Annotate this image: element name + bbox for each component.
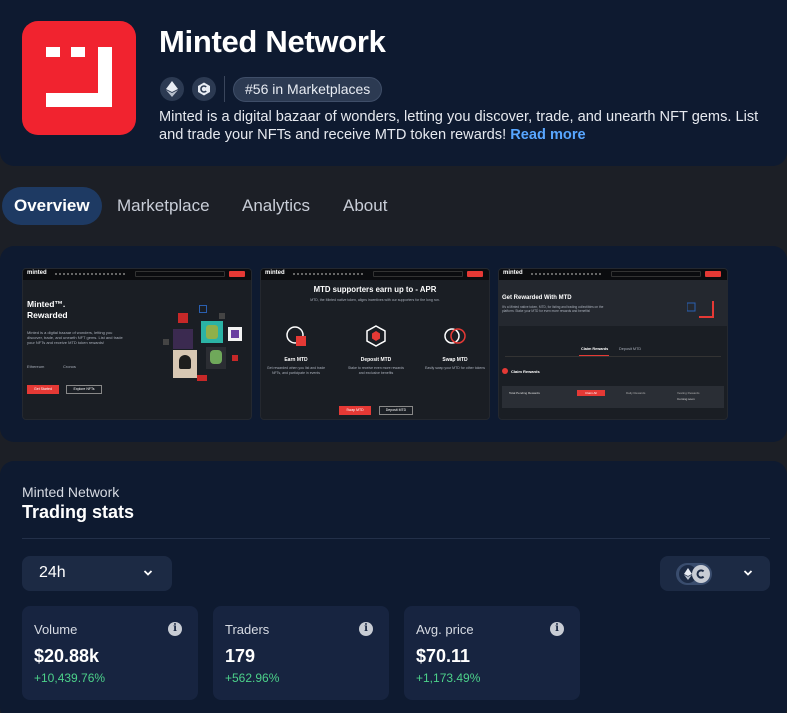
screenshot-3-section: Claim Rewards: [511, 369, 540, 374]
info-icon[interactable]: i: [168, 622, 182, 636]
screenshot-2[interactable]: minted MTD supporters earn up to - APR M…: [260, 268, 490, 420]
app-logo: [22, 21, 136, 135]
screenshot-2-secondary-button: Deposit MTD: [379, 406, 413, 415]
screenshot-1-primary-button: Get Started: [27, 385, 59, 394]
chevron-down-icon: [143, 570, 153, 576]
screenshot-3-col-b: Vesting Rewards: [677, 391, 700, 395]
earn-icon: [286, 326, 306, 346]
screenshot-3-col-a: Daily Rewards: [626, 391, 646, 395]
stat-label: Traders: [225, 622, 270, 637]
tab-analytics[interactable]: Analytics: [230, 187, 322, 225]
stat-avg-price: Avg. price i $70.11 +1,173.49%: [404, 606, 580, 700]
screenshot-1-body: Minted is a digital bazaar of wonders, l…: [27, 330, 123, 345]
period-value: 24h: [39, 564, 66, 581]
stat-label: Avg. price: [416, 622, 474, 637]
minted-logo-mark: [46, 47, 112, 107]
screenshot-2-primary-button: Swap MTD: [339, 406, 371, 415]
period-select[interactable]: 24h: [22, 556, 172, 591]
screenshot-3-heading: Get Rewarded With MTD: [502, 295, 572, 301]
screenshot-1-chain-a: Ethereum: [27, 364, 45, 369]
read-more-link[interactable]: Read more: [510, 127, 585, 143]
feature-text: Stake to receive even more rewards and e…: [347, 366, 405, 375]
feature-title: Deposit MTD: [360, 357, 392, 363]
chain-select[interactable]: [660, 556, 770, 591]
stat-traders: Traders i 179 +562.96%: [213, 606, 389, 700]
screenshot-3-col-b-value: Coming soon: [677, 397, 695, 401]
app-header: Minted Network #56 in Marketplaces Minte…: [0, 0, 787, 166]
stats-eyebrow: Minted Network: [22, 484, 120, 500]
feature-text: Get rewarded when you list and trade NFT…: [266, 366, 326, 375]
screenshot-3-body: It's a Minted native token, MTD, for lis…: [502, 305, 604, 314]
screenshot-3[interactable]: minted Get Rewarded With MTD It's a Mint…: [498, 268, 728, 420]
info-icon[interactable]: i: [359, 622, 373, 636]
stat-label: Volume: [34, 622, 78, 637]
feature-title: Swap MTD: [442, 357, 468, 363]
chevron-down-icon: [743, 570, 753, 576]
stat-change: +10,439.76%: [34, 671, 106, 685]
stat-volume: Volume i $20.88k +10,439.76%: [22, 606, 198, 700]
screenshot-1[interactable]: minted Minted™. Rewarded Minted is a dig…: [22, 268, 252, 420]
screenshot-gallery: minted Minted™. Rewarded Minted is a dig…: [0, 246, 787, 442]
cronos-icon[interactable]: [192, 77, 216, 101]
feature-text: Easily swap your MTD for other tokens: [424, 366, 486, 370]
deposit-icon: [366, 325, 386, 347]
tab-marketplace[interactable]: Marketplace: [105, 187, 222, 225]
screenshot-2-subheading: MTD, the Minted native token, aligns inc…: [310, 298, 440, 302]
feature-title: Earn MTD: [284, 357, 308, 363]
stat-change: +562.96%: [225, 671, 280, 685]
screenshot-2-heading: MTD supporters earn up to - APR: [313, 285, 437, 294]
rewards-graphic: [687, 301, 714, 318]
stats-title: Trading stats: [22, 502, 135, 522]
info-icon[interactable]: i: [550, 622, 564, 636]
cronos-icon: [692, 565, 710, 583]
swap-icon: [444, 328, 466, 344]
screenshot-1-chain-b: Cronos: [63, 364, 76, 369]
ethereum-icon[interactable]: [160, 77, 184, 101]
stat-change: +1,173.49%: [416, 671, 481, 685]
screenshot-3-tab-b: Deposit MTD: [619, 347, 642, 351]
tab-overview[interactable]: Overview: [2, 187, 102, 225]
stat-value: $20.88k: [34, 646, 100, 666]
divider: [22, 538, 770, 539]
description-text: Minted is a digital bazaar of wonders, l…: [159, 109, 759, 143]
app-description: Minted is a digital bazaar of wonders, l…: [159, 108, 774, 144]
app-title: Minted Network: [159, 24, 386, 59]
stat-value: 179: [225, 646, 256, 666]
screenshot-1-secondary-button: Explore NFTs: [66, 385, 102, 394]
stat-value: $70.11: [416, 646, 471, 666]
rank-badge[interactable]: #56 in Marketplaces: [233, 77, 383, 102]
divider: [224, 76, 225, 102]
screenshot-1-heading: Minted™. Rewarded: [27, 299, 68, 320]
screenshot-3-row-button: Claim All: [577, 390, 605, 396]
screenshot-3-tab-a: Claim Rewards: [581, 347, 609, 351]
screenshot-3-row-label: Total Pending Rewards: [509, 391, 540, 395]
tab-about[interactable]: About: [331, 187, 399, 225]
